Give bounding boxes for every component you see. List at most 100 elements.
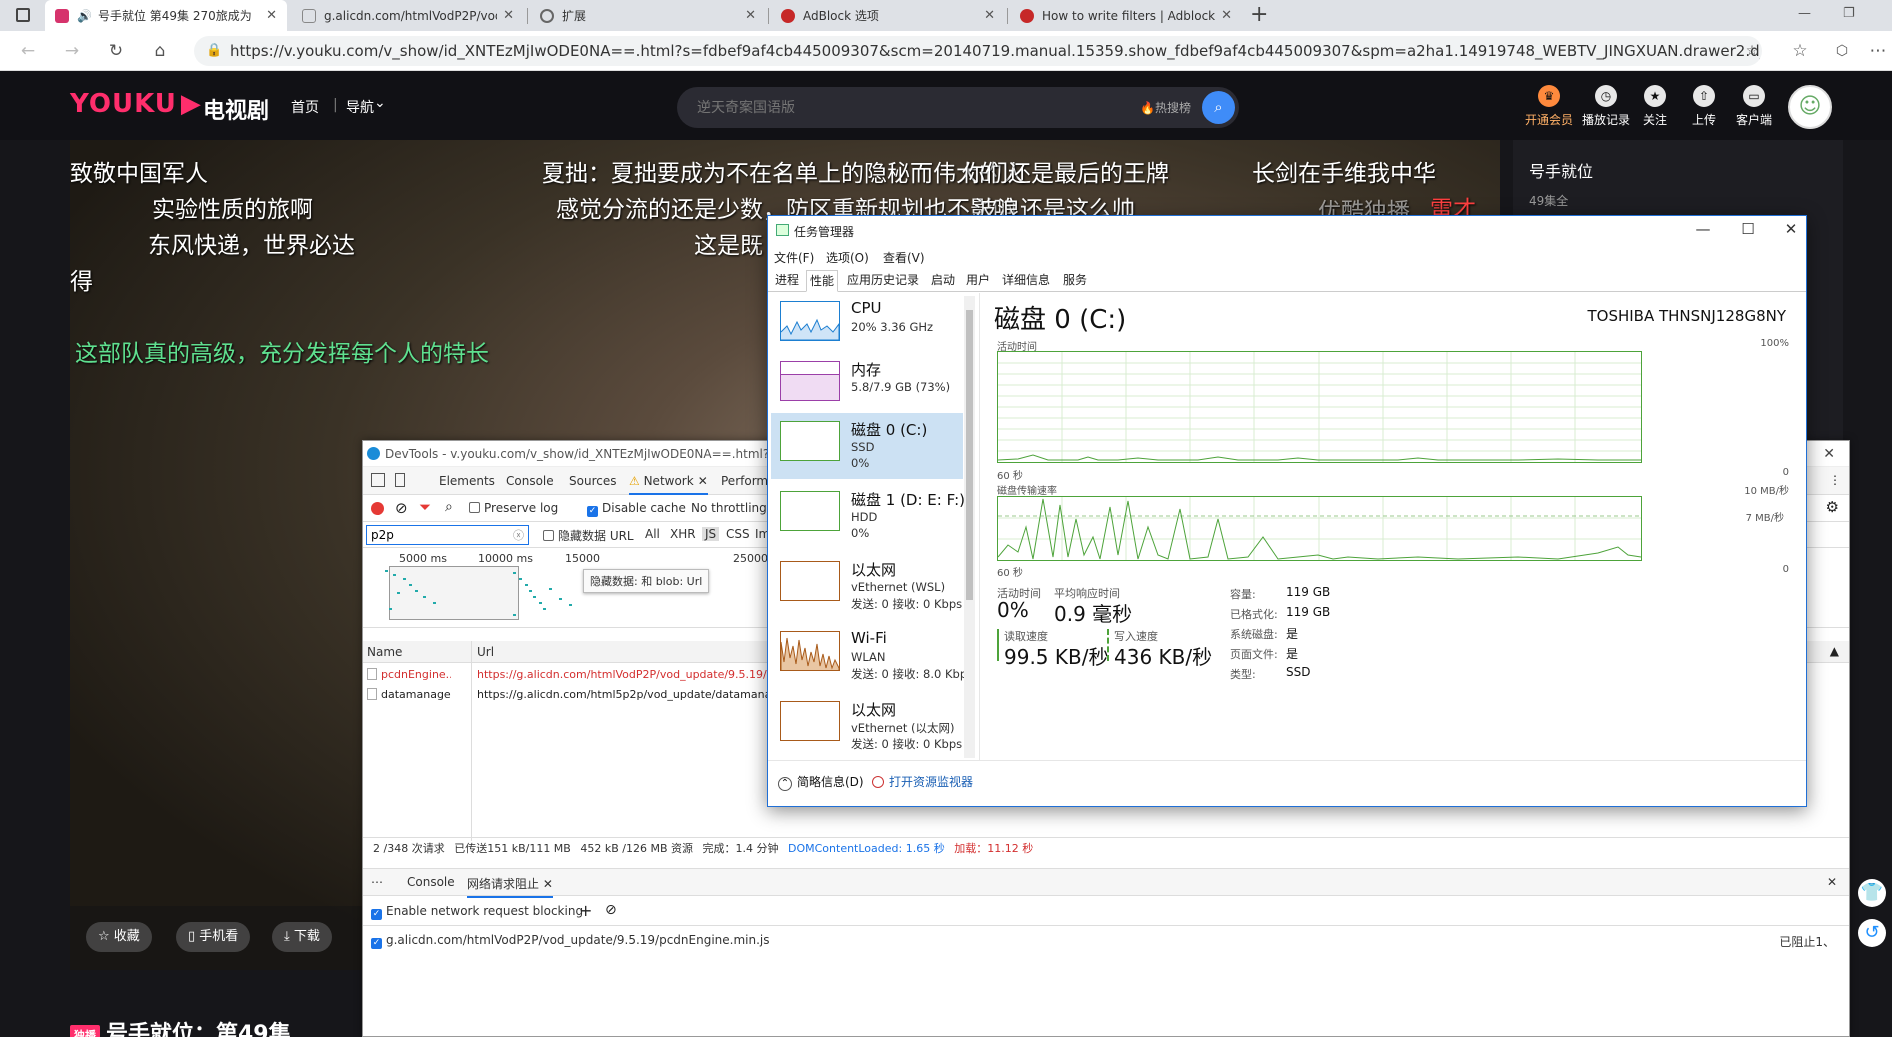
clear-patterns-icon[interactable]: ⊘	[605, 902, 617, 918]
close-tab-icon[interactable]: ✕	[745, 8, 756, 23]
filter-css[interactable]: CSS	[726, 527, 750, 541]
close-icon[interactable]: ✕	[543, 877, 553, 891]
client-button[interactable]: ▭ 客户端	[1729, 85, 1779, 128]
resource-wifi[interactable]: Wi-Fi WLAN 发送: 0 接收: 8.0 Kbps	[771, 623, 973, 689]
close-tab-icon[interactable]: ✕	[984, 8, 995, 23]
drawer-tab-request-blocking[interactable]: 网络请求阻止 ✕	[467, 875, 553, 898]
tab-users[interactable]: 用户	[963, 270, 993, 292]
fewer-details-button[interactable]: ⌃ 简略信息(D)	[778, 773, 864, 791]
close-icon[interactable]: ✕	[698, 474, 708, 488]
lock-icon[interactable]: 🔒	[206, 36, 222, 66]
resource-disk0[interactable]: 磁盘 0 (C:) SSD 0%	[771, 413, 963, 479]
scrollbar-thumb[interactable]	[966, 310, 973, 600]
tab-details[interactable]: 详细信息	[999, 270, 1053, 292]
enable-blocking-checkbox[interactable]: ✓ Enable network request blocking	[371, 904, 583, 920]
filter-input[interactable]	[366, 525, 529, 545]
feedback-icon[interactable]: ↺	[1858, 919, 1886, 947]
url-field[interactable]: 🔒 https://v.youku.com/v_show/id_XNTEzMjI…	[194, 36, 1762, 66]
tab-app-history[interactable]: 应用历史记录	[844, 270, 922, 292]
resource-disk1[interactable]: 磁盘 1 (D: E: F:) HDD 0%	[771, 483, 965, 549]
restore-icon[interactable]: ❐	[1843, 6, 1855, 21]
filter-js[interactable]: JS	[702, 527, 720, 541]
tshirt-icon[interactable]: 👕	[1858, 879, 1886, 907]
clear-filter-icon[interactable]: ⓧ	[513, 527, 524, 543]
close-icon[interactable]: ✕	[1776, 220, 1806, 238]
download-button[interactable]: ⤓ 下载	[272, 922, 332, 952]
hide-data-urls-checkbox[interactable]: 隐藏数据 URL	[543, 527, 634, 544]
nav-guide[interactable]: 导航	[346, 97, 374, 117]
filter-all[interactable]: All	[645, 527, 660, 541]
hot-search-link[interactable]: 🔥热搜榜	[1140, 99, 1191, 116]
tab-actions-icon[interactable]	[16, 8, 30, 22]
tab-sources[interactable]: Sources	[569, 467, 616, 495]
new-tab-button[interactable]: +	[1250, 2, 1268, 27]
vip-button[interactable]: ♛ 开通会员	[1524, 85, 1574, 128]
history-button[interactable]: ◷ 播放记录	[1581, 85, 1631, 128]
resource-memory[interactable]: 内存 5.8/7.9 GB (73%)	[771, 353, 963, 419]
clear-icon[interactable]: ⊘	[395, 499, 408, 517]
search-icon[interactable]: ⌕	[445, 499, 453, 515]
column-url[interactable]: Url	[477, 645, 494, 659]
chevron-down-icon[interactable]: ⌄	[374, 95, 386, 111]
favorites-icon[interactable]: ☆	[1788, 39, 1812, 63]
device-toolbar-icon[interactable]	[395, 473, 405, 487]
minimize-icon[interactable]: —	[1798, 6, 1811, 21]
extension-icon[interactable]: ⬡	[1830, 39, 1854, 63]
tab-performance[interactable]: 性能	[806, 270, 839, 292]
drawer-menu-icon[interactable]: ⋯	[371, 875, 383, 889]
follow-button[interactable]: ★ 关注	[1630, 85, 1680, 128]
tab-elements[interactable]: Elements	[439, 467, 495, 495]
back-icon[interactable]: ←	[16, 39, 40, 63]
record-icon[interactable]	[371, 502, 384, 515]
tab-adblock-options[interactable]: AdBlock 选项 ✕	[771, 0, 1005, 31]
column-name[interactable]: Name	[367, 645, 402, 659]
reload-icon[interactable]: ↻	[104, 39, 128, 63]
avatar[interactable]: ☺	[1788, 85, 1832, 129]
search-button[interactable]: ⌕	[1202, 91, 1235, 124]
resource-ethernet[interactable]: 以太网 vEthernet (以太网) 发送: 0 接收: 0 Kbps	[771, 693, 963, 759]
resource-cpu[interactable]: CPU 20% 3.36 GHz	[771, 293, 963, 359]
tab-youku[interactable]: 🔊 号手就位 第49集 270旅成为 ✕	[45, 0, 287, 31]
search-input[interactable]	[697, 87, 1097, 128]
menu-options[interactable]: 选项(O)	[826, 249, 869, 266]
open-resource-monitor-link[interactable]: 打开资源监视器	[872, 773, 973, 790]
maximize-icon[interactable]: ☐	[1733, 220, 1763, 238]
favorite-button[interactable]: ☆ 收藏	[86, 922, 152, 952]
filter-xhr[interactable]: XHR	[670, 527, 696, 541]
minimize-icon[interactable]: —	[1688, 220, 1718, 238]
menu-file[interactable]: 文件(F)	[774, 249, 814, 266]
throttling-select[interactable]: No throttling	[691, 501, 767, 515]
youku-logo[interactable]: YOUKU ▶	[70, 89, 202, 119]
more-icon[interactable]: ⋮	[1829, 473, 1841, 487]
scrollbar[interactable]	[964, 296, 975, 758]
add-favorite-icon[interactable]: ☆	[1740, 39, 1764, 63]
home-icon[interactable]: ⌂	[148, 39, 172, 63]
upload-button[interactable]: ⇧ 上传	[1679, 85, 1729, 128]
tab-extensions[interactable]: 扩展 ✕	[530, 0, 766, 31]
blocked-pattern-row[interactable]: ✓ g.alicdn.com/htmlVodP2P/vod_update/9.5.…	[363, 926, 1849, 952]
close-tab-icon[interactable]: ✕	[266, 8, 277, 23]
disable-cache-checkbox[interactable]: ✓ Disable cache	[587, 501, 686, 517]
overview-selection[interactable]	[389, 566, 519, 620]
channel-title[interactable]: 电视剧	[203, 93, 269, 125]
drawer-tab-console[interactable]: Console	[407, 875, 455, 889]
resource-ethernet-wsl[interactable]: 以太网 vEthernet (WSL) 发送: 0 接收: 0 Kbps	[771, 553, 963, 619]
preserve-log-checkbox[interactable]: Preserve log	[469, 501, 558, 515]
inspect-icon[interactable]	[371, 473, 385, 487]
close-drawer-icon[interactable]: ✕	[1827, 875, 1837, 889]
sort-up-icon[interactable]: ▲	[1830, 644, 1839, 658]
nav-home[interactable]: 首页	[291, 97, 319, 117]
forward-icon[interactable]: →	[60, 39, 84, 63]
tab-network[interactable]: ⚠ Network ✕	[629, 467, 708, 495]
speaker-icon[interactable]: 🔊	[77, 9, 92, 23]
tab-processes[interactable]: 进程	[772, 270, 802, 292]
show-title[interactable]: 号手就位	[1529, 158, 1593, 182]
blocked-pattern-checkbox[interactable]: ✓ g.alicdn.com/htmlVodP2P/vod_update/9.5.…	[371, 933, 769, 949]
add-pattern-icon[interactable]: +	[579, 901, 592, 920]
tab-console[interactable]: Console	[506, 467, 554, 495]
filter-icon[interactable]: ⏷	[419, 498, 431, 516]
tab-services[interactable]: 服务	[1060, 270, 1090, 292]
tab-startup[interactable]: 启动	[928, 270, 958, 292]
tab-alicdn[interactable]: g.alicdn.com/htmlVodP2P/vod_u ✕	[292, 0, 524, 31]
close-tab-icon[interactable]: ✕	[1221, 8, 1232, 23]
